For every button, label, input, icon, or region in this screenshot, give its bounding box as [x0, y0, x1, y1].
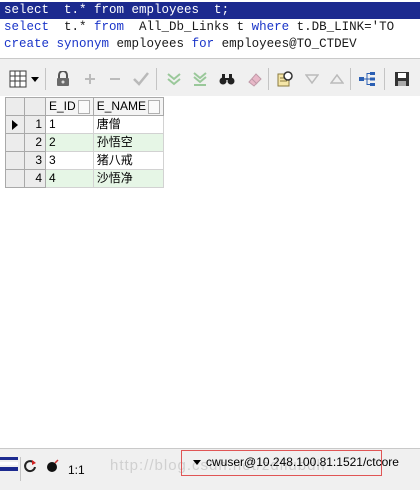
post-changes-icon[interactable]: [132, 70, 150, 88]
cursor-position: 1:1: [68, 463, 85, 477]
toolbar-divider: [156, 68, 157, 90]
delete-record-icon[interactable]: [106, 70, 124, 88]
results-toolbar: [0, 58, 420, 97]
column-menu-icon[interactable]: [148, 99, 161, 114]
column-menu-icon[interactable]: [77, 99, 90, 114]
column-header-label: E_NAME: [96, 99, 147, 113]
column-header-e-name[interactable]: E_NAME: [92, 97, 165, 116]
row-number: 3: [24, 151, 46, 170]
column-header-e-id[interactable]: E_ID: [45, 97, 94, 116]
sql-keyword: synonym: [56, 37, 110, 51]
grid-icon[interactable]: [9, 70, 27, 88]
cell-e-id[interactable]: 1: [45, 115, 94, 134]
sql-text: employees@TO_CTDEV: [214, 37, 357, 51]
data-table: E_ID E_NAME 1 1 唐僧 2 2 孙悟空 3 3 猪八戒 4 4 沙…: [5, 97, 165, 188]
cell-e-id[interactable]: 4: [45, 169, 94, 188]
cell-e-name[interactable]: 沙悟净: [92, 169, 165, 188]
status-divider: [20, 457, 21, 481]
table-row[interactable]: 4 4 沙悟净: [5, 169, 165, 188]
sql-line-1[interactable]: select t.* from employees t;: [0, 2, 420, 19]
tree-icon[interactable]: [358, 70, 376, 88]
sql-text: t.DB_LINK='TO: [289, 20, 395, 34]
sql-keyword: from: [94, 20, 125, 34]
fetch-last-icon[interactable]: [191, 70, 209, 88]
sql-editor[interactable]: select t.* from employees t; select t.* …: [0, 0, 420, 58]
connection-selector[interactable]: cwuser@10.248.100.81:1521/ctcore: [181, 450, 399, 476]
progress-indicator-icon: [0, 457, 18, 471]
column-header-label: E_ID: [49, 99, 76, 113]
row-indicator[interactable]: [5, 169, 25, 188]
toolbar-divider: [45, 68, 46, 90]
cell-e-name[interactable]: 猪八戒: [92, 151, 165, 170]
results-grid[interactable]: E_ID E_NAME 1 1 唐僧 2 2 孙悟空 3 3 猪八戒 4 4 沙…: [0, 96, 420, 448]
row-number: 1: [24, 115, 46, 134]
sql-keyword: select: [4, 20, 50, 34]
refresh-icon[interactable]: [23, 459, 37, 477]
toolbar-divider: [350, 68, 351, 90]
bomb-icon: [46, 459, 60, 477]
sort-icon[interactable]: [328, 70, 346, 88]
sql-text: t.*: [49, 20, 95, 34]
dropdown-arrow-icon[interactable]: [30, 70, 40, 88]
add-record-icon[interactable]: [81, 70, 99, 88]
connection-label: cwuser@10.248.100.81:1521/ctcore: [206, 455, 399, 469]
sql-keyword: from: [94, 3, 125, 17]
fetch-next-icon[interactable]: [165, 70, 183, 88]
clear-icon[interactable]: [246, 70, 264, 88]
status-bar: 1:1 http://blog.csdn.net/zdliubdh cwuser…: [0, 448, 420, 490]
sql-keyword: for: [191, 37, 215, 51]
query-by-example-icon[interactable]: [276, 70, 294, 88]
sql-text: employees: [109, 37, 192, 51]
sql-text: employees t;: [124, 3, 230, 17]
sql-text: All_Db_Links t: [124, 20, 252, 34]
row-indicator[interactable]: [5, 133, 25, 152]
sql-keyword: select: [4, 3, 50, 17]
sql-text: t.*: [49, 3, 95, 17]
table-row[interactable]: 2 2 孙悟空: [5, 133, 165, 152]
toolbar-divider: [384, 68, 385, 90]
sql-line-2[interactable]: select t.* from All_Db_Links t where t.D…: [4, 19, 394, 36]
lock-icon[interactable]: [54, 70, 72, 88]
toolbar-divider: [268, 68, 269, 90]
row-indicator[interactable]: [5, 151, 25, 170]
filter-icon[interactable]: [303, 70, 321, 88]
row-indicator[interactable]: [5, 115, 25, 134]
cell-e-name[interactable]: 孙悟空: [92, 133, 165, 152]
cell-e-id[interactable]: 3: [45, 151, 94, 170]
find-icon[interactable]: [218, 70, 236, 88]
cell-e-id[interactable]: 2: [45, 133, 94, 152]
save-icon[interactable]: [393, 70, 411, 88]
current-row-arrow-icon: [12, 120, 18, 130]
row-number: 4: [24, 169, 46, 188]
cell-e-name[interactable]: 唐僧: [92, 115, 165, 134]
row-number: 2: [24, 133, 46, 152]
sql-line-3[interactable]: create synonym employees for employees@T…: [4, 36, 357, 53]
table-row[interactable]: 1 1 唐僧: [5, 115, 165, 134]
header-rownum: [24, 97, 46, 116]
header-row: E_ID E_NAME: [5, 97, 165, 116]
sql-keyword: create: [4, 37, 50, 51]
chevron-down-icon[interactable]: [193, 460, 201, 465]
table-row[interactable]: 3 3 猪八戒: [5, 151, 165, 170]
header-corner: [5, 97, 25, 116]
sql-keyword: where: [251, 20, 290, 34]
